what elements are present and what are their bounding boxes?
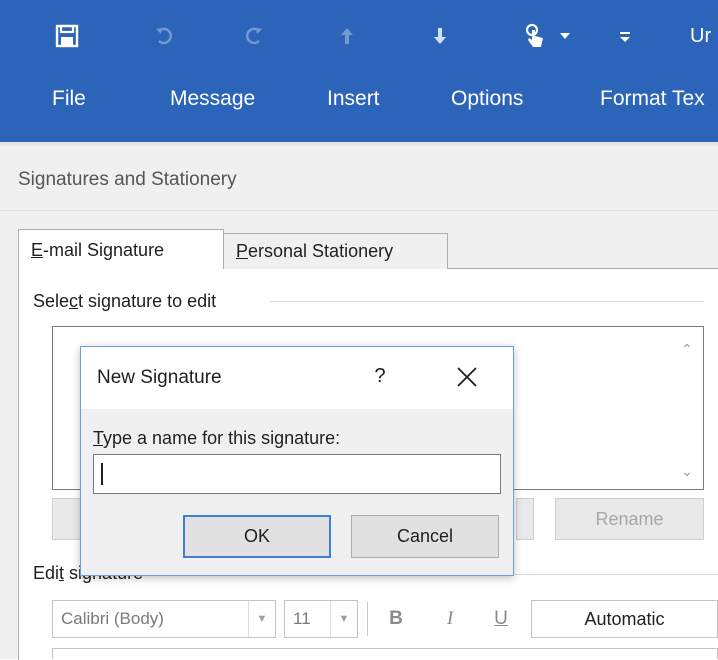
chevron-down-icon[interactable]: ▼ — [330, 601, 357, 637]
text-cursor — [101, 463, 103, 485]
signature-name-input[interactable] — [93, 454, 501, 494]
italic-button[interactable]: I — [437, 604, 463, 634]
select-signature-label: Select signature to edit — [33, 288, 227, 314]
underline-button[interactable]: U — [488, 604, 514, 634]
new-signature-dialog: New Signature ? Type a name for this sig… — [80, 346, 514, 576]
label-part: Sele — [33, 291, 70, 311]
customize-toolbar-icon[interactable] — [614, 22, 636, 50]
toolbar-separator — [367, 602, 368, 636]
save-icon[interactable] — [52, 22, 82, 50]
label-part: t signature to edit — [78, 291, 217, 311]
label-mnemonic: c — [69, 291, 79, 311]
tab-format-text[interactable]: Format Tex — [600, 84, 705, 114]
title-separator — [0, 210, 718, 211]
dialog-title: New Signature — [97, 367, 222, 388]
tab-email-signature[interactable]: E-mail Signature — [18, 229, 224, 269]
group-divider — [270, 301, 704, 302]
label-part: Edi — [33, 563, 60, 583]
font-size-select[interactable]: 11 ▼ — [284, 600, 358, 638]
font-value: Calibri (Body) — [61, 609, 164, 628]
help-button[interactable]: ? — [367, 361, 393, 391]
font-color-select[interactable]: Automatic — [531, 600, 718, 638]
tab-file[interactable]: File — [52, 84, 86, 114]
tab-mnemonic: E — [31, 240, 44, 260]
tab-mnemonic: P — [236, 241, 249, 261]
signature-name-label: Type a name for this signature: — [93, 425, 340, 451]
scroll-up-icon[interactable]: ⌃ — [677, 339, 697, 359]
label-mnemonic: T — [93, 428, 104, 448]
tab-message[interactable]: Message — [170, 84, 255, 114]
ok-button[interactable]: OK — [183, 515, 331, 558]
tab-label: ersonal Stationery — [248, 241, 394, 261]
bold-button[interactable]: B — [383, 604, 409, 634]
tab-options[interactable]: Options — [451, 84, 523, 114]
chevron-down-icon[interactable]: ▼ — [248, 601, 275, 637]
touch-mode-icon[interactable] — [520, 22, 550, 50]
redo-icon[interactable] — [238, 22, 268, 50]
ribbon: Ur File Message Insert Options Format Te… — [0, 0, 718, 142]
cancel-button[interactable]: Cancel — [351, 515, 499, 558]
up-arrow-icon[interactable] — [334, 22, 360, 50]
tab-label: -mail Signature — [43, 240, 165, 260]
scroll-down-icon[interactable]: ⌄ — [677, 461, 697, 481]
undo-icon[interactable] — [150, 22, 180, 50]
signature-editor[interactable] — [52, 648, 718, 659]
rename-button[interactable]: Rename — [555, 498, 704, 540]
touch-mode-dropdown-icon[interactable] — [556, 22, 574, 50]
window-title-fragment: Ur — [690, 25, 712, 47]
window-title: Signatures and Stationery — [18, 169, 237, 190]
label-part: ype a name for this signature: — [103, 428, 341, 448]
close-icon[interactable] — [451, 361, 483, 393]
down-arrow-icon[interactable] — [427, 22, 453, 50]
tab-personal-stationery[interactable]: Personal Stationery — [224, 233, 448, 269]
tab-insert[interactable]: Insert — [327, 84, 380, 114]
font-size-value: 11 — [293, 609, 311, 628]
font-select[interactable]: Calibri (Body) ▼ — [52, 600, 276, 638]
save-signature-button[interactable] — [516, 498, 534, 540]
